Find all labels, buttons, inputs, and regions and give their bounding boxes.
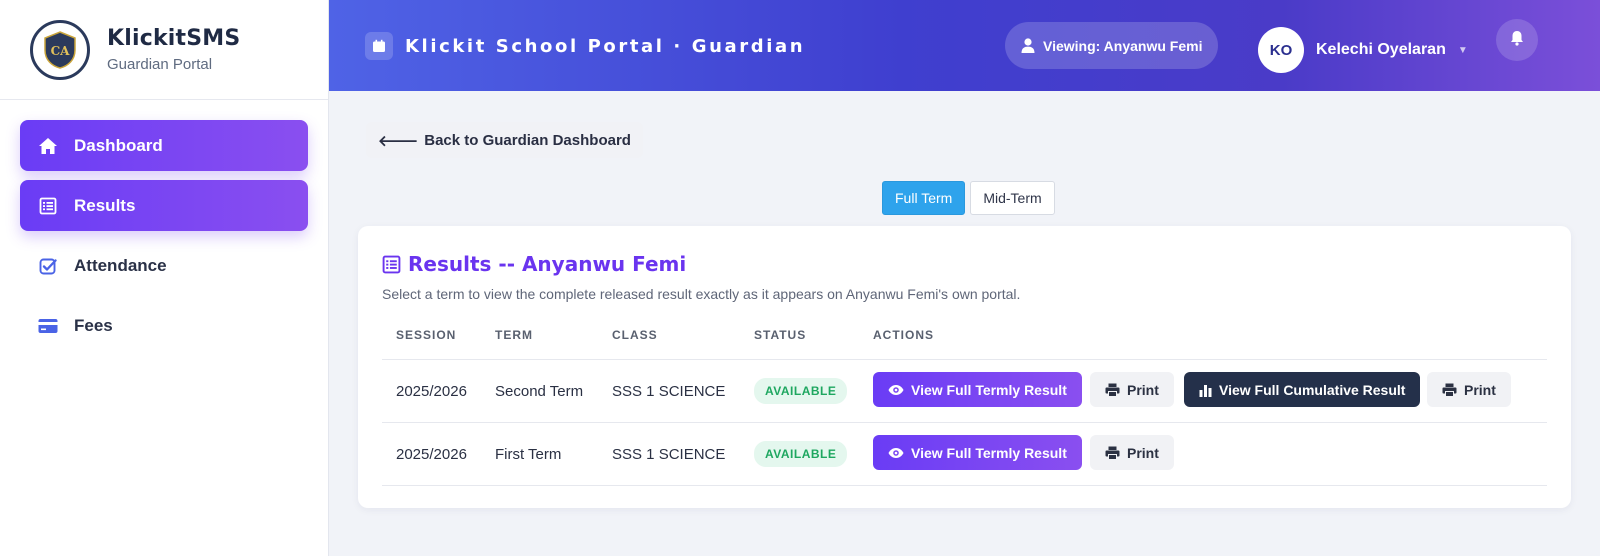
sidebar-item-attendance[interactable]: Attendance [20,240,308,291]
print-termly-button[interactable]: Print [1090,435,1174,470]
back-to-dashboard-button[interactable]: 🡐 Back to Guardian Dashboard [366,122,643,158]
sidebar-item-dashboard[interactable]: Dashboard [20,120,308,171]
shield-logo-icon: CA [44,30,76,69]
printer-icon [1105,446,1120,460]
user-menu[interactable]: KO Kelechi Oyelaran ▼ [1258,27,1468,73]
cell-session: 2025/2026 [396,445,467,463]
button-label: View Full Termly Result [911,381,1067,398]
sidebar-item-fees[interactable]: Fees [20,300,308,351]
button-label: Print [1127,381,1159,398]
back-label: Back to Guardian Dashboard [424,131,631,149]
calendar-icon [365,32,393,60]
cell-session: 2025/2026 [396,382,467,400]
column-header-status: STATUS [754,328,807,342]
bell-icon [1510,30,1524,51]
arrow-left-icon: 🡐 [378,132,419,150]
card-description: Select a term to view the complete relea… [382,286,1021,302]
viewing-student-pill[interactable]: Viewing: Anyanwu Femi [1005,22,1219,69]
list-icon [382,255,401,274]
tab-mid-term[interactable]: Mid-Term [970,181,1055,215]
card-title-text: Results -- Anyanwu Femi [408,252,687,276]
sidebar-item-label: Dashboard [74,135,163,155]
credit-card-icon [38,316,58,336]
school-logo[interactable]: CA [30,19,90,80]
chevron-down-icon: ▼ [1457,44,1468,56]
status-badge: AVAILABLE [754,441,848,467]
print-termly-button[interactable]: Print [1090,372,1174,407]
home-icon [38,136,58,156]
header-title: Klickit School Portal · Guardian [365,32,805,60]
view-cumulative-result-button[interactable]: View Full Cumulative Result [1184,372,1421,407]
sidebar: CA KlickitSMS Guardian Portal Dashboard … [0,0,329,556]
brand-subtitle: Guardian Portal [107,56,213,73]
table-header: SESSION TERM CLASS STATUS ACTIONS [382,328,1547,360]
card-title: Results -- Anyanwu Femi [382,252,686,276]
cell-term: Second Term [495,382,584,400]
column-header-session: SESSION [396,328,457,342]
brand-name: KlickitSMS [107,26,241,51]
tab-full-term[interactable]: Full Term [882,181,966,215]
avatar: KO [1258,27,1304,73]
column-header-class: CLASS [612,328,658,342]
viewing-label: Viewing: Anyanwu Femi [1043,37,1203,54]
print-cumulative-button[interactable]: Print [1427,372,1511,407]
cell-class: SSS 1 SCIENCE [612,382,726,400]
cell-class: SSS 1 SCIENCE [612,445,726,463]
user-icon [1021,38,1035,53]
sidebar-item-label: Attendance [74,255,167,275]
printer-icon [1442,383,1457,397]
cell-status: AVAILABLE [754,423,848,485]
table-row: 2025/2026 Second Term SSS 1 SCIENCE AVAI… [382,360,1547,423]
view-termly-result-button[interactable]: View Full Termly Result [873,435,1082,470]
column-header-term: TERM [495,328,533,342]
bar-chart-icon [1199,383,1212,397]
button-label: View Full Termly Result [911,444,1067,461]
sidebar-item-label: Results [74,195,136,215]
cell-term: First Term [495,445,562,463]
sidebar-item-results[interactable]: Results [20,180,308,231]
button-label: Print [1127,444,1159,461]
term-type-toggle: Full Term Mid-Term [882,181,1055,215]
portal-title: Klickit School Portal · Guardian [405,35,806,57]
list-icon [38,196,58,216]
table-row: 2025/2026 First Term SSS 1 SCIENCE AVAIL… [382,423,1547,486]
svg-text:CA: CA [51,44,71,58]
column-header-actions: ACTIONS [873,328,934,342]
view-termly-result-button[interactable]: View Full Termly Result [873,372,1082,407]
brand: CA KlickitSMS Guardian Portal [0,0,328,100]
sidebar-item-label: Fees [74,315,113,335]
cell-status: AVAILABLE [754,360,848,422]
button-label: Print [1464,381,1496,398]
sidebar-nav: Dashboard Results Attendance Fees [0,100,328,351]
notification-button[interactable] [1496,19,1538,61]
user-name: Kelechi Oyelaran [1316,41,1446,58]
button-label: View Full Cumulative Result [1219,381,1406,398]
top-header: Klickit School Portal · Guardian Viewing… [329,0,1600,91]
eye-icon [888,447,904,459]
results-card: Results -- Anyanwu Femi Select a term to… [358,226,1571,508]
check-square-icon [38,256,58,276]
status-badge: AVAILABLE [754,378,848,404]
eye-icon [888,384,904,396]
printer-icon [1105,383,1120,397]
